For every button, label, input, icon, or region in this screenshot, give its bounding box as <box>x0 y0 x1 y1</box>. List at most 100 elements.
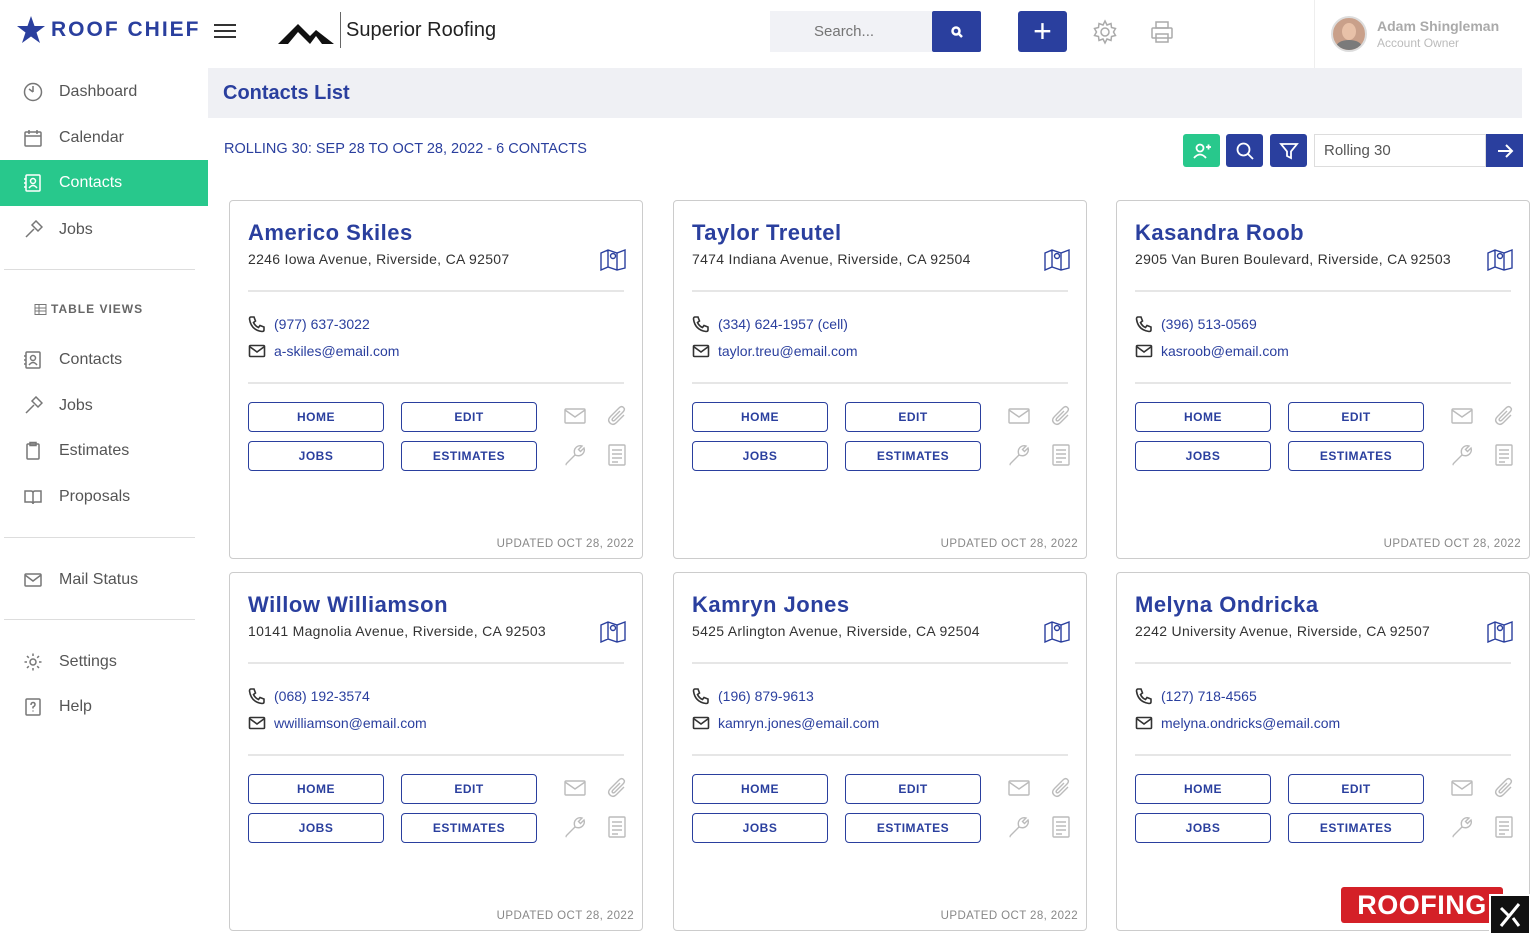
map-icon[interactable] <box>600 247 626 273</box>
edit-button[interactable]: EDIT <box>1288 774 1424 804</box>
sidebar-item-table-proposals[interactable]: Proposals <box>0 477 208 517</box>
sidebar-item-calendar[interactable]: Calendar <box>0 118 208 158</box>
add-contact-button[interactable] <box>1183 134 1220 167</box>
edit-button[interactable]: EDIT <box>845 402 981 432</box>
star-icon <box>17 16 45 43</box>
search-contacts-button[interactable] <box>1226 134 1263 167</box>
divider <box>1135 382 1511 384</box>
add-new-button[interactable]: + <box>1018 11 1067 52</box>
sidebar-item-contacts[interactable]: Contacts <box>0 160 208 206</box>
document-icon[interactable] <box>1493 444 1517 468</box>
filter-button[interactable] <box>1270 134 1307 167</box>
document-icon[interactable] <box>1050 444 1074 468</box>
document-icon[interactable] <box>606 816 630 840</box>
paperclip-icon[interactable] <box>1493 405 1517 429</box>
wrench-icon[interactable] <box>1451 444 1475 468</box>
mail-icon[interactable] <box>1008 405 1032 429</box>
estimates-button[interactable]: ESTIMATES <box>845 813 981 843</box>
edit-button[interactable]: EDIT <box>401 402 537 432</box>
wrench-icon[interactable] <box>1008 444 1032 468</box>
contact-phone[interactable]: (068) 192-3574 <box>248 687 370 705</box>
mail-icon[interactable] <box>1008 777 1032 801</box>
sidebar-item-settings[interactable]: Settings <box>0 642 208 682</box>
contact-phone[interactable]: (977) 637-3022 <box>248 315 370 333</box>
home-button[interactable]: HOME <box>1135 774 1271 804</box>
jobs-button[interactable]: JOBS <box>248 813 384 843</box>
map-icon[interactable] <box>1487 619 1513 645</box>
estimates-button[interactable]: ESTIMATES <box>845 441 981 471</box>
contact-phone[interactable]: (334) 624-1957 (cell) <box>692 315 848 333</box>
estimates-button[interactable]: ESTIMATES <box>401 813 537 843</box>
sidebar-item-table-estimates[interactable]: Estimates <box>0 431 208 471</box>
sidebar-item-mail-status[interactable]: Mail Status <box>0 560 208 600</box>
mail-icon[interactable] <box>1451 777 1475 801</box>
mail-icon[interactable] <box>1451 405 1475 429</box>
sidebar-item-help[interactable]: Help <box>0 687 208 727</box>
contact-name[interactable]: Taylor Treutel <box>692 220 842 246</box>
home-button[interactable]: HOME <box>1135 402 1271 432</box>
contact-name[interactable]: Melyna Ondricka <box>1135 592 1319 618</box>
map-icon[interactable] <box>1487 247 1513 273</box>
map-icon[interactable] <box>1044 247 1070 273</box>
printer-icon[interactable] <box>1149 19 1175 45</box>
contact-name[interactable]: Kamryn Jones <box>692 592 850 618</box>
paperclip-icon[interactable] <box>1050 405 1074 429</box>
hamburger-menu-icon[interactable] <box>214 20 236 42</box>
date-range-select[interactable]: Rolling 30 <box>1314 134 1486 167</box>
paperclip-icon[interactable] <box>1493 777 1517 801</box>
paperclip-icon[interactable] <box>606 405 630 429</box>
mail-icon[interactable] <box>564 405 588 429</box>
wrench-icon[interactable] <box>564 816 588 840</box>
edit-button[interactable]: EDIT <box>1288 402 1424 432</box>
document-icon[interactable] <box>1493 816 1517 840</box>
contact-email[interactable]: wwilliamson@email.com <box>248 714 427 732</box>
contact-email[interactable]: a-skiles@email.com <box>248 342 399 360</box>
sidebar-item-label: Estimates <box>59 442 130 459</box>
estimates-button[interactable]: ESTIMATES <box>1288 813 1424 843</box>
user-menu[interactable]: Adam Shingleman Account Owner <box>1314 0 1522 68</box>
contact-email[interactable]: kamryn.jones@email.com <box>692 714 879 732</box>
map-icon[interactable] <box>600 619 626 645</box>
edit-button[interactable]: EDIT <box>401 774 537 804</box>
contact-email[interactable]: taylor.treu@email.com <box>692 342 857 360</box>
gear-icon <box>22 651 44 673</box>
paperclip-icon[interactable] <box>1050 777 1074 801</box>
apply-range-button[interactable] <box>1486 134 1523 167</box>
contact-email[interactable]: kasroob@email.com <box>1135 342 1289 360</box>
jobs-button[interactable]: JOBS <box>248 441 384 471</box>
roof-chief-logo[interactable]: ROOF CHIEF <box>16 12 201 48</box>
contact-name[interactable]: Americo Skiles <box>248 220 413 246</box>
home-button[interactable]: HOME <box>248 402 384 432</box>
mail-icon[interactable] <box>564 777 588 801</box>
document-icon[interactable] <box>1050 816 1074 840</box>
sidebar-item-table-contacts[interactable]: Contacts <box>0 340 208 380</box>
home-button[interactable]: HOME <box>248 774 384 804</box>
wrench-icon[interactable] <box>1008 816 1032 840</box>
contact-name[interactable]: Kasandra Roob <box>1135 220 1304 246</box>
sidebar-item-table-jobs[interactable]: Jobs <box>0 386 208 426</box>
paperclip-icon[interactable] <box>606 777 630 801</box>
contact-phone[interactable]: (127) 718-4565 <box>1135 687 1257 705</box>
search-button[interactable] <box>932 11 981 52</box>
home-button[interactable]: HOME <box>692 774 828 804</box>
jobs-button[interactable]: JOBS <box>1135 813 1271 843</box>
settings-gear-icon[interactable] <box>1092 19 1118 45</box>
wrench-icon[interactable] <box>564 444 588 468</box>
map-icon[interactable] <box>1044 619 1070 645</box>
edit-button[interactable]: EDIT <box>845 774 981 804</box>
sidebar-item-dashboard[interactable]: Dashboard <box>0 72 208 112</box>
estimates-button[interactable]: ESTIMATES <box>1288 441 1424 471</box>
jobs-button[interactable]: JOBS <box>692 441 828 471</box>
contact-phone[interactable]: (396) 513-0569 <box>1135 315 1257 333</box>
contact-email[interactable]: melyna.ondricks@email.com <box>1135 714 1340 732</box>
home-button[interactable]: HOME <box>692 402 828 432</box>
contact-phone[interactable]: (196) 879-9613 <box>692 687 814 705</box>
estimates-button[interactable]: ESTIMATES <box>401 441 537 471</box>
contact-name[interactable]: Willow Williamson <box>248 592 448 618</box>
search-input[interactable] <box>770 11 932 52</box>
jobs-button[interactable]: JOBS <box>1135 441 1271 471</box>
wrench-icon[interactable] <box>1451 816 1475 840</box>
document-icon[interactable] <box>606 444 630 468</box>
jobs-button[interactable]: JOBS <box>692 813 828 843</box>
sidebar-item-jobs[interactable]: Jobs <box>0 210 208 250</box>
